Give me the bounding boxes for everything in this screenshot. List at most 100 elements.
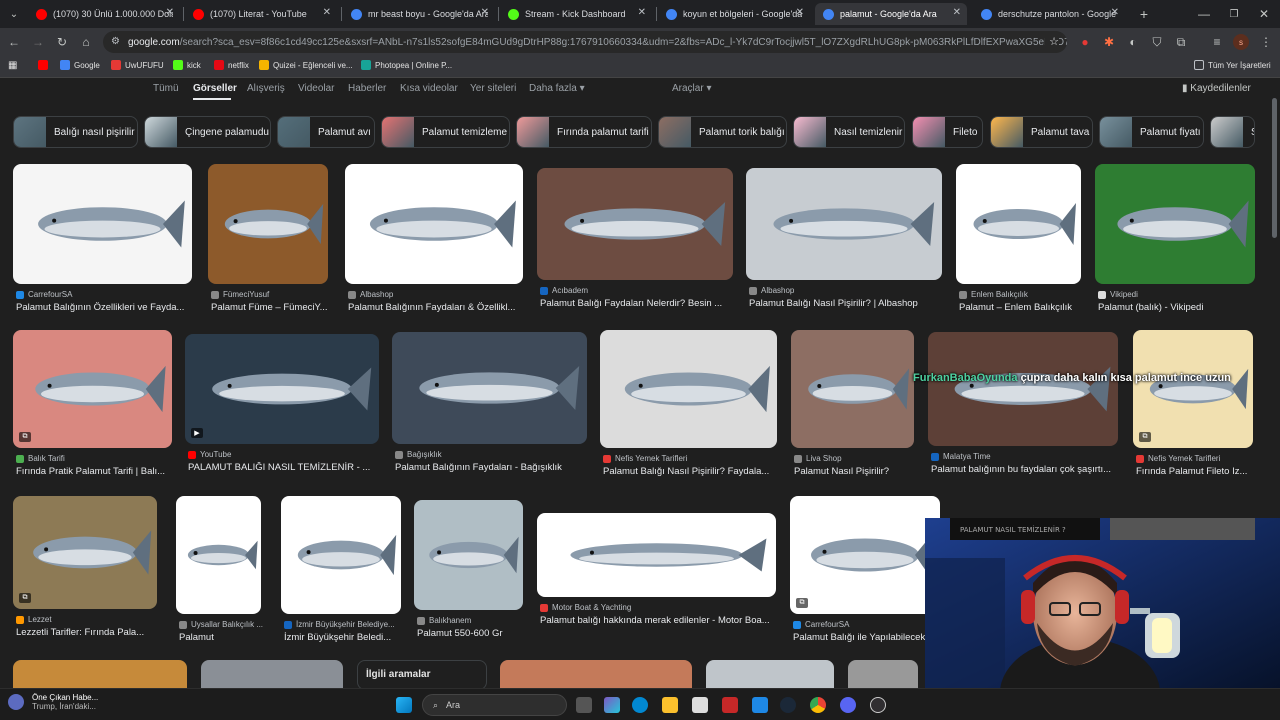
result-source[interactable]: Liva Shop [794, 454, 842, 463]
result-thumbnail[interactable] [500, 660, 692, 688]
result-title[interactable]: Palamut Balığı Faydaları Nelerdir? Besin… [540, 298, 722, 309]
file-explorer-icon[interactable] [662, 697, 678, 713]
app-icon[interactable] [722, 697, 738, 713]
edge-icon[interactable] [632, 697, 648, 713]
result-title[interactable]: Palamut – Enlem Balıkçılık [959, 302, 1072, 313]
result-title[interactable]: Palamut balığı hakkında merak edilenler … [540, 615, 770, 626]
mail-icon[interactable] [752, 697, 768, 713]
result-source[interactable]: Vikipedi [1098, 290, 1138, 299]
filter-chip[interactable]: Palamut tava [990, 116, 1093, 148]
tab-search-icon[interactable]: ⌄ [6, 6, 22, 22]
result-thumbnail[interactable] [176, 496, 261, 614]
result-source[interactable]: YouTube [188, 450, 231, 459]
result-title[interactable]: Lezzetli Tarifler: Fırında Pala... [16, 627, 144, 638]
windows-start-icon[interactable] [396, 697, 412, 713]
result-thumbnail[interactable] [928, 332, 1118, 446]
result-thumbnail[interactable] [791, 330, 914, 448]
extension-icon[interactable]: ● [1077, 34, 1093, 50]
result-thumbnail[interactable] [13, 496, 157, 609]
filter-chip[interactable]: Fırında palamut tarifi [516, 116, 652, 148]
browser-tab[interactable]: Stream - Kick Dashboard ✕ [500, 3, 652, 25]
result-title[interactable]: PALAMUT BALIĞI NASIL TEMİZLENİR - ... [188, 462, 370, 473]
result-source[interactable]: Lezzet [16, 615, 52, 624]
task-view-icon[interactable] [576, 697, 592, 713]
result-thumbnail[interactable] [537, 168, 733, 280]
result-title[interactable]: İzmir Büyükşehir Beledi... [284, 632, 391, 643]
menu-icon[interactable]: ⋮ [1258, 34, 1274, 50]
tab-close-icon[interactable]: ✕ [796, 7, 804, 18]
result-thumbnail[interactable] [848, 660, 918, 688]
site-info-icon[interactable]: ⚙ [111, 36, 120, 47]
tab-close-icon[interactable]: ✕ [953, 7, 961, 18]
result-thumbnail[interactable] [537, 513, 776, 597]
filter-chip[interactable]: S [1210, 116, 1255, 148]
scrollbar[interactable] [1272, 98, 1277, 238]
browser-tab[interactable]: mr beast boyu - Google'da Ara ✕ [343, 3, 495, 25]
reload-icon[interactable]: ↻ [54, 34, 70, 50]
saved-button[interactable]: ▮ Kaydedilenler [1182, 83, 1251, 94]
result-title[interactable]: Palamut 550-600 Gr [417, 628, 503, 639]
bookmark-item[interactable]: Photopea | Online P... [361, 60, 452, 70]
all-bookmarks[interactable]: Tüm Yer İşaretleri [1194, 60, 1271, 70]
result-source[interactable]: Nefis Yemek Tarifleri [1136, 454, 1220, 463]
tab-close-icon[interactable]: ✕ [481, 7, 489, 18]
result-source[interactable]: Bağışıklık [395, 450, 442, 459]
result-source[interactable]: Balıkhanem [417, 616, 471, 625]
result-thumbnail[interactable] [600, 330, 777, 448]
result-thumbnail[interactable] [414, 500, 523, 610]
filter-chip[interactable]: Fileto [912, 116, 983, 148]
result-source[interactable]: Motor Boat & Yachting [540, 603, 631, 612]
result-thumbnail[interactable] [13, 164, 192, 284]
search-tab[interactable]: Alışveriş [247, 83, 285, 94]
result-thumbnail[interactable] [956, 164, 1081, 284]
browser-tab[interactable]: (1070) 30 Ünlü 1.000.000 Dola ✕ [28, 3, 180, 25]
filter-chip[interactable]: Palamut temizleme [381, 116, 510, 148]
steam-icon[interactable] [780, 697, 796, 713]
result-title[interactable]: Fırında Pratik Palamut Tarifi | Balı... [16, 466, 165, 477]
avatar[interactable]: s [1233, 34, 1249, 50]
result-thumbnail[interactable] [392, 332, 587, 444]
search-tab[interactable]: Daha fazla ▾ [529, 83, 585, 94]
filter-chip[interactable]: Balığı nasıl pişirilir [13, 116, 138, 148]
obs-icon[interactable] [870, 697, 886, 713]
filter-chip[interactable]: Nasıl temizlenir [793, 116, 905, 148]
result-thumbnail[interactable] [1133, 330, 1253, 448]
bookmark-item[interactable]: UwUFUFU [111, 60, 164, 70]
result-thumbnail[interactable] [13, 660, 187, 688]
result-title[interactable]: Palamut Balığı Nasıl Pişirilir? Faydala.… [603, 466, 769, 477]
home-icon[interactable]: ⌂ [78, 34, 94, 50]
taskbar-search[interactable]: ⌕ Ara [422, 694, 567, 716]
result-title[interactable]: Palamut Füme – FümeciY... [211, 302, 328, 313]
result-source[interactable]: İzmir Büyükşehir Belediye... [284, 620, 395, 629]
browser-tab[interactable]: (1070) Literat - YouTube ✕ [185, 3, 337, 25]
discord-icon[interactable] [840, 697, 856, 713]
browser-tab[interactable]: koyun et bölgeleri - Google'da ✕ [658, 3, 810, 25]
result-title[interactable]: Palamut Nasıl Pişirilir? [794, 466, 889, 477]
search-tab[interactable]: Videolar [298, 83, 335, 94]
search-tab[interactable]: Kısa videolar [400, 83, 458, 94]
apps-icon[interactable]: ▦ [8, 60, 17, 71]
result-title[interactable]: Palamut [179, 632, 214, 643]
maximize-icon[interactable]: ❐ [1226, 6, 1242, 22]
result-thumbnail[interactable] [185, 334, 379, 444]
result-thumbnail[interactable] [706, 660, 834, 688]
chrome-icon[interactable] [810, 697, 826, 713]
tab-close-icon[interactable]: ✕ [638, 7, 646, 18]
tab-close-icon[interactable]: ✕ [323, 7, 331, 18]
result-title[interactable]: Palamut (balık) - Vikipedi [1098, 302, 1203, 313]
result-thumbnail[interactable] [201, 660, 343, 688]
result-source[interactable]: Balık Tarifi [16, 454, 65, 463]
bookmark-item[interactable]: kick [173, 60, 201, 70]
result-source[interactable]: FümeciYusuf [211, 290, 269, 299]
result-source[interactable]: Uysallar Balıkçılık ... [179, 620, 263, 629]
minimize-icon[interactable]: — [1196, 6, 1212, 22]
search-tab[interactable]: Görseller [193, 83, 237, 94]
result-thumbnail[interactable] [1095, 164, 1255, 284]
address-bar[interactable]: ⚙ google.com/search?sca_esv=8f86c1cd49cc… [103, 31, 1067, 53]
result-source[interactable]: Albashop [749, 286, 794, 295]
result-source[interactable]: Enlem Balıkçılık [959, 290, 1028, 299]
extension-icon[interactable]: ✱ [1101, 34, 1117, 50]
result-title[interactable]: Palamut Balığının Özellikleri ve Fayda..… [16, 302, 184, 313]
bookmark-item[interactable]: netflix [214, 60, 249, 70]
result-title[interactable]: Palamut Balığı ile Yapılabilecek... [793, 632, 933, 643]
